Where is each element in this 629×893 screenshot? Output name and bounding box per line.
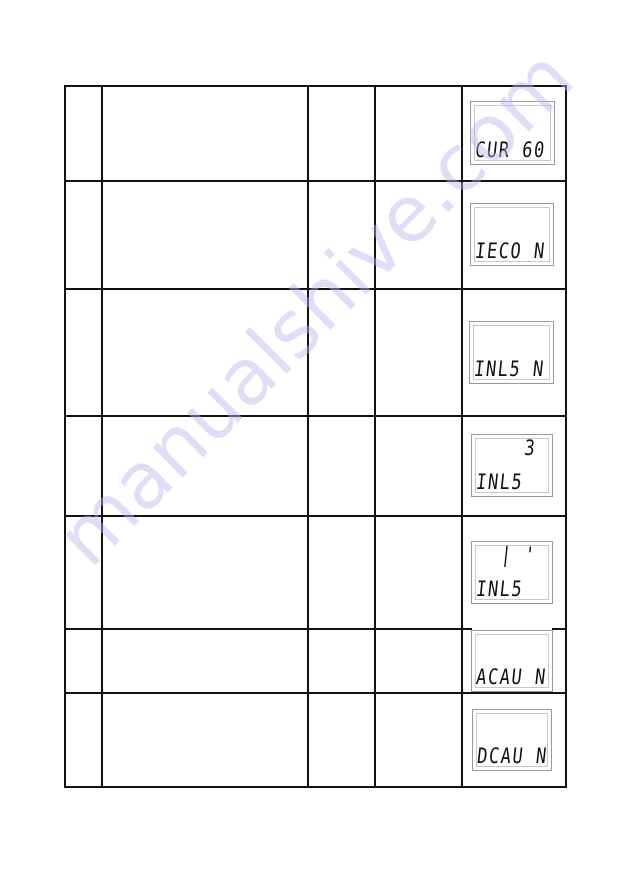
lcd-bottom-text: INL5 <box>474 470 525 496</box>
cell-index <box>66 182 101 288</box>
cell-description <box>103 290 307 415</box>
cell-value <box>376 182 461 288</box>
cell-key <box>309 87 374 180</box>
cell-value <box>376 290 461 415</box>
cell-description <box>103 87 307 180</box>
cell-value <box>376 517 461 628</box>
lcd-top-text: 3 <box>523 436 538 462</box>
cell-value <box>376 417 461 515</box>
lcd-bottom-text: INL5 N <box>472 357 546 383</box>
lcd-bottom-text: DCAU N <box>475 744 549 770</box>
table-border-bottom <box>64 786 567 788</box>
cell-value <box>376 630 461 692</box>
cell-description <box>103 694 307 786</box>
table-border-right <box>565 85 567 788</box>
cell-index <box>66 290 101 415</box>
cell-key <box>309 694 374 786</box>
column-divider <box>461 85 463 788</box>
cell-description <box>103 417 307 515</box>
lcd-display: | ' INL5 <box>471 541 553 604</box>
cell-key <box>309 630 374 692</box>
cell-value <box>376 87 461 180</box>
lcd-display: ACAU N <box>471 630 553 692</box>
cell-description <box>103 630 307 692</box>
lcd-display: DCAU N <box>472 709 552 771</box>
document-page: CUR 60 IECO N INL5 N 3 INL5 | ' INL5 ACA… <box>0 0 629 893</box>
lcd-display: INL5 N <box>469 321 554 384</box>
lcd-display: 3 INL5 <box>471 434 553 497</box>
cell-index <box>66 417 101 515</box>
cell-key <box>309 290 374 415</box>
lcd-bottom-text: IECO N <box>473 239 547 265</box>
lcd-bottom-text: INL5 <box>474 577 525 603</box>
cell-index <box>66 517 101 628</box>
lcd-bottom-text: CUR 60 <box>473 138 547 164</box>
cell-description <box>103 182 307 288</box>
cell-index <box>66 694 101 786</box>
cell-value <box>376 694 461 786</box>
cell-index <box>66 630 101 692</box>
cell-key <box>309 182 374 288</box>
cell-key <box>309 517 374 628</box>
cell-key <box>309 417 374 515</box>
lcd-display: IECO N <box>470 203 554 266</box>
lcd-display: CUR 60 <box>470 101 555 165</box>
cell-index <box>66 87 101 180</box>
lcd-bottom-text: ACAU N <box>474 665 548 691</box>
cell-description <box>103 517 307 628</box>
lcd-top-text: | ' <box>499 543 538 569</box>
